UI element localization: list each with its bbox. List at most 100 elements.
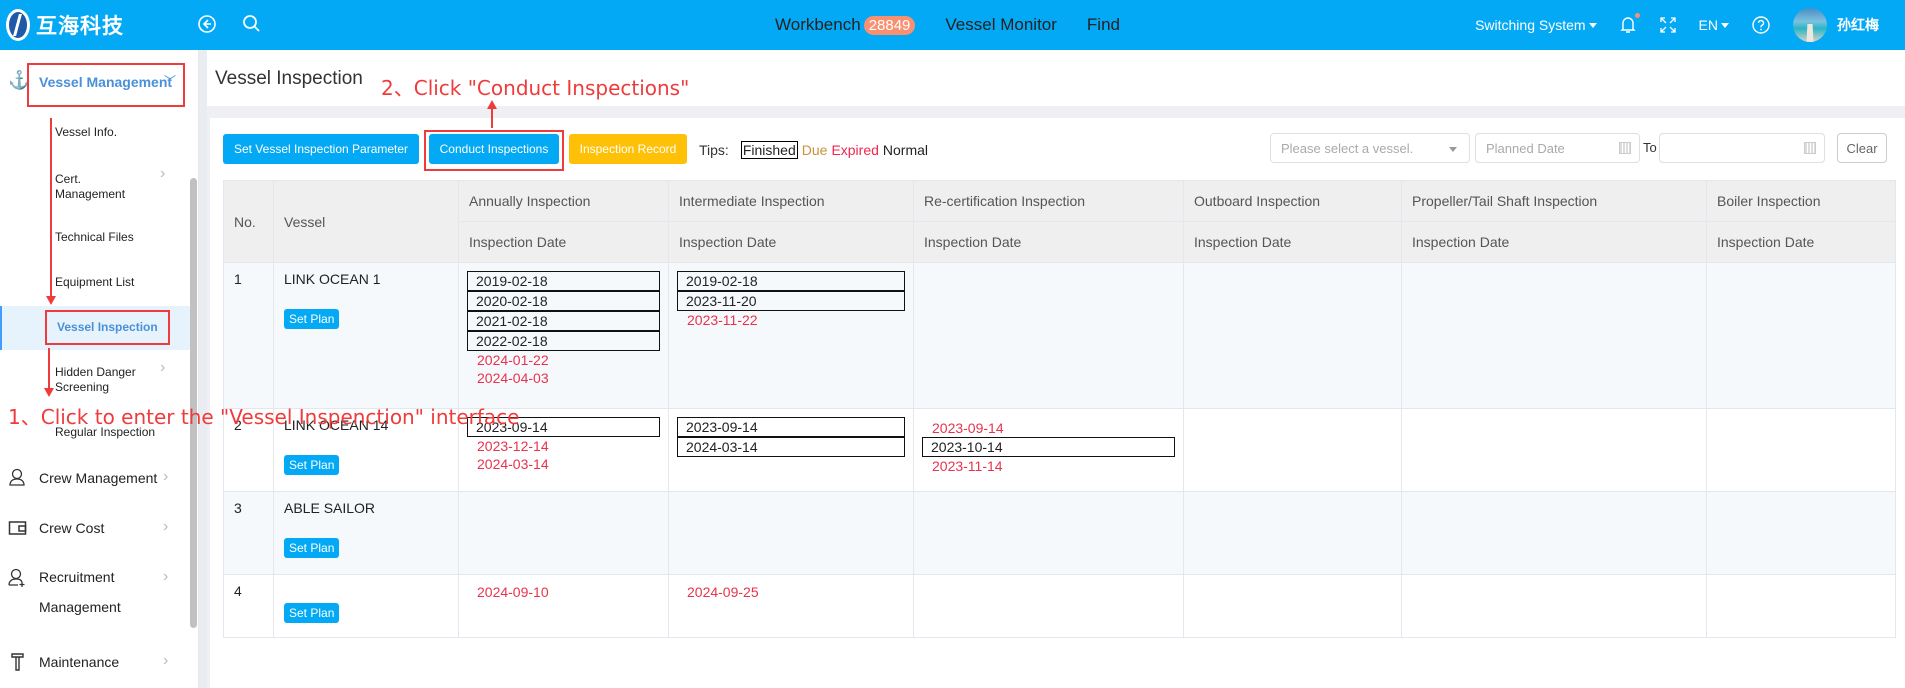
notifications-button[interactable] [1619,13,1640,35]
chevron-right-icon: › [163,652,169,669]
user-add-icon [8,568,25,587]
inspection-record-button[interactable]: Inspection Record [569,134,687,164]
date-finished[interactable]: 2020-02-18 [467,291,660,311]
wallet-icon [8,521,27,535]
annotation-arrow-down-icon [46,296,56,305]
sidebar-item-vessel-info[interactable]: Vessel Info. [55,125,117,140]
switching-system-label: Switching System [1475,17,1586,33]
cell-inspection-dates: 2024-09-10 [458,574,669,638]
cell-inspection-dates [1706,491,1896,575]
date-expired[interactable]: 2023-11-22 [679,311,903,329]
top-bar: 互海科技 Workbench 28849 Vessel Monitor Find… [0,0,1905,50]
caret-down-icon [1721,22,1729,28]
sidebar-item-label: Crew Management [39,470,158,486]
switching-system-dropdown[interactable]: Switching System [1475,17,1597,33]
set-plan-button[interactable]: Set Plan [284,603,340,623]
vessel-select[interactable]: Please select a vessel. [1270,133,1470,163]
annotation-highlight-vessel-management [27,63,185,107]
nav-find[interactable]: Find [1087,15,1120,35]
sidebar-item-maintenance[interactable]: Maintenance › [0,648,190,678]
page-title: Vessel Inspection [215,68,363,89]
cell-inspection-dates: 2024-09-25 [668,574,914,638]
chevron-right-icon: › [160,359,166,376]
calendar-icon [1804,142,1816,154]
date-finished[interactable]: 2023-11-20 [677,291,905,311]
cell-inspection-dates [1401,491,1707,575]
fullscreen-icon [1659,17,1676,33]
cell-vessel: Set Plan [273,574,459,638]
col-subheader-inspection-date: Inspection Date [1706,221,1896,263]
user-menu[interactable]: 孙红梅 [1793,8,1905,42]
date-expired[interactable]: 2024-09-25 [679,583,903,601]
planned-date-end-input[interactable] [1659,133,1825,163]
nav-vessel-monitor[interactable]: Vessel Monitor [945,15,1057,35]
clear-button[interactable]: Clear [1837,133,1887,163]
col-header-vessel: Vessel [273,180,459,263]
set-inspection-parameter-button[interactable]: Set Vessel Inspection Parameter [223,134,419,164]
vessel-name: LINK OCEAN 1 [284,271,381,287]
status-legend: Tips: Finished Due Expired Normal [699,141,928,159]
annotation-highlight-vessel-inspection [45,310,170,345]
date-expired[interactable]: 2024-09-10 [469,583,658,601]
sidebar-item-crew-management[interactable]: Crew Management › [0,464,190,494]
date-expired[interactable]: 2024-03-14 [469,455,658,473]
calendar-icon [1619,142,1631,154]
cell-inspection-dates [1401,262,1707,409]
date-finished[interactable]: 2023-09-14 [677,417,905,437]
legend-normal: Normal [882,142,929,158]
date-expired[interactable]: 2023-11-14 [924,457,1173,475]
date-finished[interactable]: 2024-03-14 [677,437,905,457]
table-body: 1 LINK OCEAN 1 Set Plan 2019-02-18 2020-02-1… [223,262,1896,638]
help-circle-icon [1752,16,1770,34]
sidebar-item-label: Recruitment Management [39,569,121,615]
sidebar-item-technical-files[interactable]: Technical Files [55,230,134,245]
annotation-step-2: 2、Click "Conduct Inspections" [381,76,690,100]
avatar [1793,8,1827,42]
col-subheader-inspection-date: Inspection Date [458,221,669,263]
cell-inspection-dates: 2023-09-14 2023-10-14 2023-11-14 [913,408,1184,492]
sidebar: ⚓ Vessel Management ﹀ Vessel Info. Cert.… [0,50,199,688]
set-plan-button[interactable]: Set Plan [284,538,340,558]
date-finished[interactable]: 2021-02-18 [467,311,660,331]
help-button[interactable] [1751,15,1771,35]
brand-logo[interactable]: 互海科技 [6,9,124,41]
cell-no: 3 [223,491,274,575]
sidebar-item-equipment-list[interactable]: Equipment List [55,275,134,290]
language-dropdown[interactable]: EN [1699,17,1729,33]
date-expired[interactable]: 2023-09-14 [924,419,1173,437]
search-icon[interactable] [240,13,262,35]
chevron-right-icon: › [163,568,169,585]
table-row: 1 LINK OCEAN 1 Set Plan 2019-02-18 2020-02-1… [223,262,1896,409]
set-plan-button[interactable]: Set Plan [284,455,340,475]
date-finished[interactable]: 2023-10-14 [922,437,1175,457]
date-expired[interactable]: 2023-12-14 [469,437,658,455]
cell-inspection-dates [1183,262,1402,409]
back-circle-icon[interactable] [196,13,218,35]
main-nav: Workbench 28849 Vessel Monitor Find [775,0,1150,50]
col-subheader-inspection-date: Inspection Date [668,221,914,263]
date-finished[interactable]: 2019-02-18 [467,271,660,291]
cell-inspection-dates [913,491,1184,575]
sidebar-item-hidden-danger-screening[interactable]: Hidden Danger Screening [55,365,145,395]
sidebar-item-label: Crew Cost [39,520,105,536]
date-expired[interactable]: 2024-01-22 [469,351,658,369]
language-label: EN [1698,17,1718,33]
sidebar-item-cert-management[interactable]: Cert. Management [55,172,125,202]
cell-inspection-dates [1706,574,1896,638]
nav-workbench[interactable]: Workbench 28849 [775,15,916,35]
date-finished[interactable]: 2022-02-18 [467,331,660,351]
col-header-no: No. [223,180,274,263]
cell-no: 4 [223,574,274,638]
chevron-right-icon: › [163,518,169,535]
planned-date-start-input[interactable]: Planned Date [1475,133,1640,163]
set-plan-button[interactable]: Set Plan [284,309,340,329]
col-header-propeller-tail-shaft: Propeller/Tail Shaft Inspection [1401,180,1707,222]
fullscreen-button[interactable] [1659,16,1677,34]
legend-due: Due [801,142,828,158]
sidebar-item-recruitment-management[interactable]: Recruitment Management › [0,564,190,615]
sidebar-item-crew-cost[interactable]: Crew Cost › [0,514,190,544]
date-expired[interactable]: 2024-04-03 [469,369,658,387]
date-finished[interactable]: 2019-02-18 [677,271,905,291]
hammer-icon [11,653,24,671]
legend-expired: Expired [831,142,879,158]
